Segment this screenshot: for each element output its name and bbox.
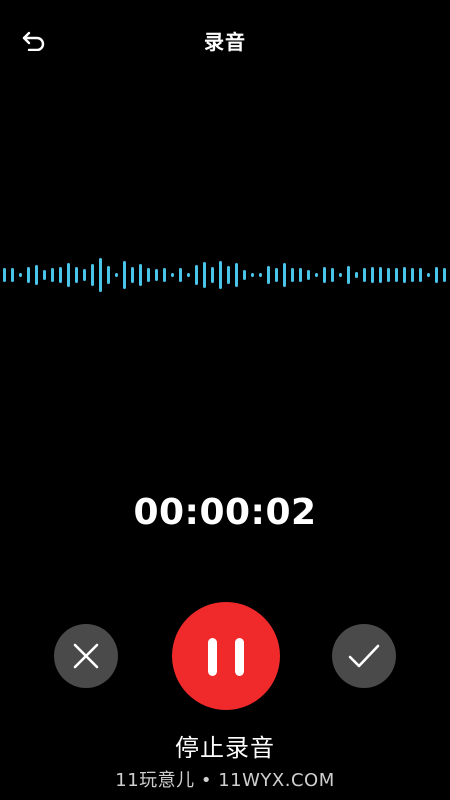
pause-icon [172,602,280,710]
waveform-bar [403,267,406,283]
page-title: 录音 [204,30,246,54]
waveform-bar [163,268,166,282]
waveform-bar [299,268,302,282]
waveform-bar [411,268,414,282]
waveform-bar [147,267,150,283]
check-icon [348,644,380,668]
waveform-bar [91,263,94,287]
waveform-bar [19,273,22,277]
waveform-bar [195,265,198,285]
waveform-bar [235,263,238,287]
waveform-bar [371,266,374,284]
cancel-button[interactable] [54,624,118,688]
header: 录音 [0,0,450,80]
waveform-bar [355,272,358,278]
waveform-bar [315,273,318,277]
waveform-bar [67,262,70,288]
watermark-text: 11玩意儿 • 11WYX.COM [115,770,335,791]
pause-icon-bar [235,638,244,676]
recording-timer: 00:00:02 [133,492,317,533]
waveform-bar [75,267,78,283]
waveform-bar [363,267,366,283]
waveform-bar [435,266,438,284]
waveform-bar [339,273,342,277]
waveform-bar [283,263,286,287]
waveform-bar [115,273,118,277]
waveform-bar [187,273,190,277]
waveform-bar [307,269,310,281]
waveform-bar [219,261,222,289]
audio-waveform [0,250,450,300]
waveform-bar [291,267,294,283]
waveform-bar [179,268,182,282]
waveform-bar [43,269,46,281]
waveform-bar [51,268,54,282]
waveform-bar [259,273,262,277]
waveform-bar [395,267,398,283]
pause-recording-button[interactable] [172,602,280,710]
waveform-bar [171,273,174,277]
waveform-bar [203,261,206,289]
waveform-bar [267,266,270,284]
waveform-bar [227,266,230,284]
waveform-bar [211,266,214,284]
waveform-bar [3,267,6,283]
waveform-bar [83,269,86,281]
waveform-bar [275,268,278,282]
waveform-bar [123,260,126,290]
waveform-bar [59,266,62,284]
waveform-bar [347,266,350,284]
waveform-bar [427,273,430,277]
waveform-bar [11,268,14,282]
close-icon [73,643,99,669]
waveform-bar [131,267,134,283]
waveform-bar [243,269,246,281]
waveform-bar [27,267,30,283]
waveform-bar [99,258,102,292]
waveform-bar [443,267,446,283]
pause-icon-bar [208,638,217,676]
waveform-bar [107,266,110,284]
waveform-bar [419,267,422,283]
stop-recording-label: 停止录音 [175,734,275,762]
waveform-bar [387,267,390,283]
waveform-bar [331,268,334,282]
waveform-bar [379,267,382,283]
waveform-bar [251,273,254,277]
waveform-bar [155,269,158,281]
waveform-bar [35,264,38,286]
waveform-bar [139,263,142,287]
confirm-button[interactable] [332,624,396,688]
waveform-bar [323,266,326,284]
